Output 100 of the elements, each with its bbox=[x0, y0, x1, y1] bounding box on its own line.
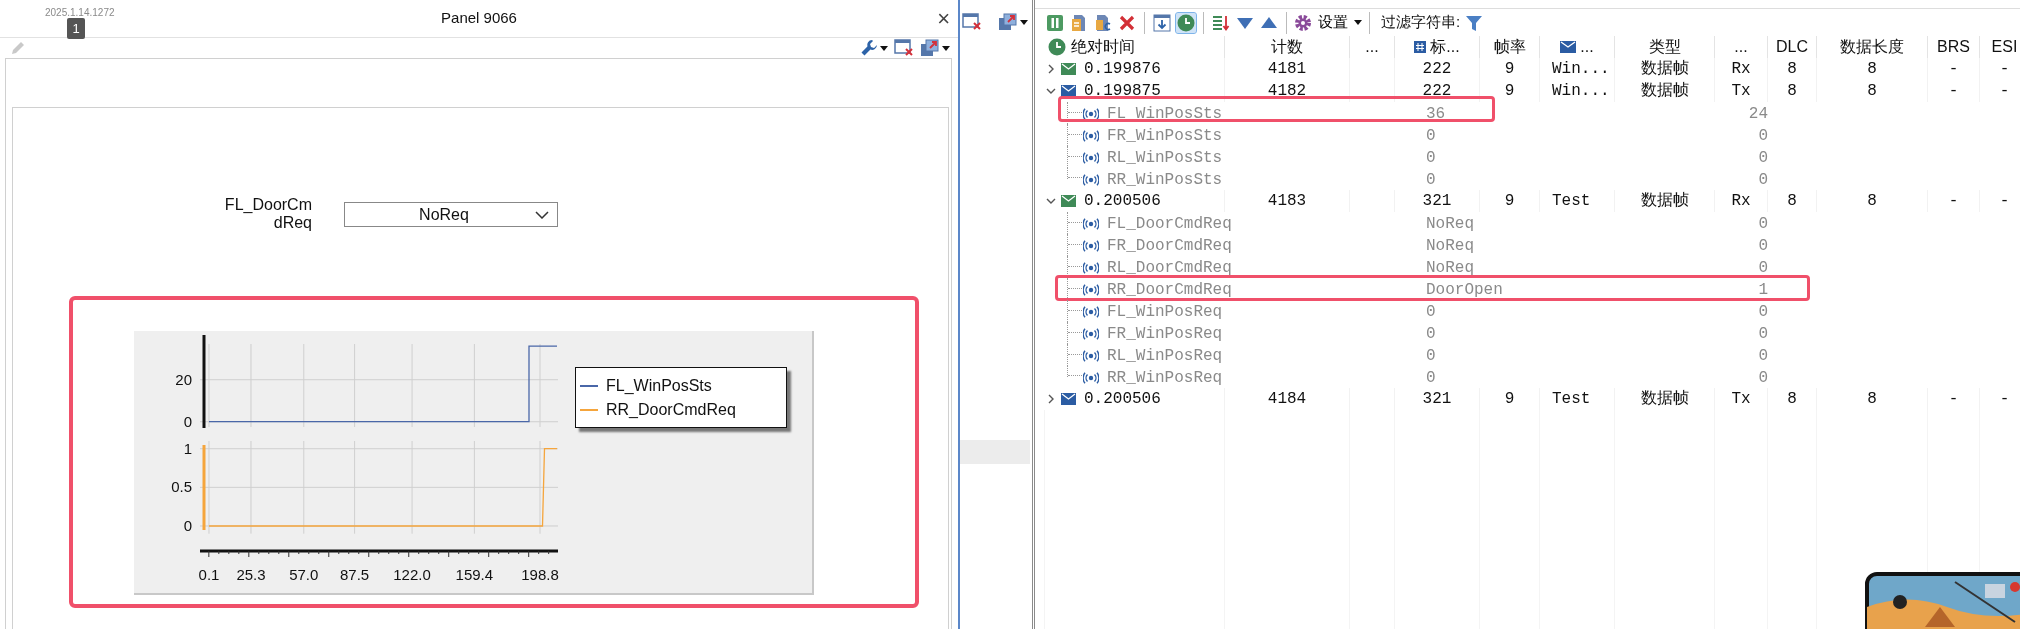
raw-value: 0 bbox=[1758, 258, 1768, 279]
download-button[interactable] bbox=[1152, 12, 1172, 33]
axis-label: 198.8 bbox=[521, 566, 559, 583]
pause-button[interactable] bbox=[1045, 12, 1065, 33]
signal-name: RR_WinPosReq bbox=[1107, 368, 1223, 389]
signal-icon bbox=[1083, 284, 1099, 296]
wrench-icon bbox=[860, 39, 878, 57]
caret-icon bbox=[1354, 20, 1362, 25]
clock-icon bbox=[1176, 12, 1196, 33]
raw-value: 0 bbox=[1758, 126, 1768, 147]
column-header[interactable]: 帧率 bbox=[1480, 36, 1540, 58]
raw-value: 0 bbox=[1758, 368, 1768, 389]
page-icon bbox=[1093, 12, 1113, 33]
column-header[interactable]: 数据长度 bbox=[1817, 36, 1928, 58]
signal-value: NoReq bbox=[1426, 214, 1474, 235]
column-header[interactable]: 类型 bbox=[1615, 36, 1715, 58]
table-cell: 8 bbox=[1768, 388, 1817, 410]
table-cell: 9 bbox=[1480, 80, 1540, 102]
table-cell: - bbox=[1980, 190, 2020, 212]
filter-label: 过滤字符串: bbox=[1381, 12, 1461, 33]
signal-value: 0 bbox=[1426, 170, 1436, 191]
clock-button[interactable] bbox=[1176, 12, 1196, 33]
table-cell: Tx bbox=[1715, 80, 1768, 102]
signal-icon bbox=[1083, 130, 1099, 142]
close-window-button[interactable] bbox=[894, 39, 914, 57]
signal-name: FL_WinPosReq bbox=[1107, 302, 1223, 323]
wrench-button[interactable] bbox=[860, 39, 888, 57]
signal-value: DoorOpen bbox=[1426, 280, 1503, 301]
table-cell-text: 0.200506 bbox=[1084, 389, 1161, 410]
table-cell: 9 bbox=[1480, 58, 1540, 80]
signal-value: 0 bbox=[1426, 126, 1436, 147]
raw-value: 1 bbox=[1758, 280, 1768, 301]
table-cell: 8 bbox=[1817, 80, 1928, 102]
close-window-icon bbox=[894, 39, 914, 57]
table-cell: - bbox=[1928, 58, 1980, 80]
signal-name: RR_WinPosSts bbox=[1107, 170, 1223, 191]
table-cell: 321 bbox=[1395, 190, 1480, 212]
raw-value: 0 bbox=[1758, 170, 1768, 191]
table-cell: 4181 bbox=[1225, 58, 1350, 80]
table-cell: 9 bbox=[1480, 190, 1540, 212]
signal-icon bbox=[1083, 262, 1099, 274]
signal-value: NoReq bbox=[1426, 258, 1474, 279]
axis-label: 0 bbox=[183, 516, 192, 534]
table-cell: 8 bbox=[1817, 190, 1928, 212]
signal-icon bbox=[1083, 350, 1099, 362]
signal-name: FL_WinPosSts bbox=[1107, 104, 1223, 125]
table-cell: 数据帧 bbox=[1615, 80, 1715, 102]
signal-name: RR_DoorCmdReq bbox=[1107, 280, 1232, 301]
column-header[interactable]: 标... bbox=[1395, 36, 1480, 58]
table-cell: Test bbox=[1540, 190, 1615, 212]
export-icon bbox=[920, 39, 940, 57]
selection-bar bbox=[960, 440, 1030, 464]
settings-menu-button[interactable]: 设置 bbox=[1294, 11, 1362, 34]
signal-icon bbox=[1083, 240, 1099, 252]
signal-name: FR_WinPosReq bbox=[1107, 324, 1223, 345]
signal-value: 0 bbox=[1426, 148, 1436, 169]
signal-value: 0 bbox=[1426, 346, 1436, 367]
table-cell: 8 bbox=[1817, 58, 1928, 80]
signal-value: 0 bbox=[1426, 324, 1436, 345]
pause-icon bbox=[1045, 12, 1065, 33]
raw-value: 0 bbox=[1758, 148, 1768, 169]
column-header[interactable]: 绝对时间 bbox=[1045, 36, 1225, 58]
pencil-icon bbox=[10, 40, 26, 56]
column-header[interactable]: ... bbox=[1350, 36, 1395, 58]
export-button[interactable] bbox=[998, 13, 1028, 31]
axis-label: 20 bbox=[175, 370, 192, 388]
close-window-button[interactable] bbox=[962, 13, 982, 31]
axis-label: 122.0 bbox=[393, 566, 431, 583]
axis-label: 0.1 bbox=[198, 566, 220, 583]
table-cell: 4182 bbox=[1225, 80, 1350, 102]
raw-value: 24 bbox=[1748, 104, 1768, 125]
axis-label: 25.3 bbox=[236, 566, 266, 583]
page-button[interactable] bbox=[1093, 12, 1113, 33]
table-cell: 8 bbox=[1768, 80, 1817, 102]
table-cell: 数据帧 bbox=[1615, 190, 1715, 212]
column-header[interactable]: ESI bbox=[1980, 36, 2020, 58]
table-cell: Rx bbox=[1715, 58, 1768, 80]
legend-label: FL_WinPosSts bbox=[606, 376, 712, 396]
gear-icon bbox=[1294, 13, 1312, 32]
signal-name: RL_DoorCmdReq bbox=[1107, 258, 1232, 279]
table-cell: - bbox=[1980, 388, 2020, 410]
table-cell: 4183 bbox=[1225, 190, 1350, 212]
signal-icon bbox=[1083, 152, 1099, 164]
table-cell: 222 bbox=[1395, 80, 1480, 102]
table-cell: - bbox=[1928, 80, 1980, 102]
table-cell: - bbox=[1980, 80, 2020, 102]
column-header[interactable]: 计数 bbox=[1225, 36, 1350, 58]
export-button[interactable] bbox=[920, 39, 950, 57]
dropdown[interactable]: NoReq bbox=[344, 202, 558, 227]
export-icon bbox=[998, 13, 1018, 31]
column-header[interactable]: DLC bbox=[1768, 36, 1817, 58]
column-header[interactable]: BRS bbox=[1928, 36, 1980, 58]
column-header[interactable]: ... bbox=[1715, 36, 1768, 58]
close-button[interactable]: × bbox=[929, 7, 958, 30]
window-title: Panel 9066 bbox=[441, 8, 517, 29]
hash-icon bbox=[1414, 40, 1427, 54]
chevron-down-icon bbox=[535, 210, 549, 219]
column-header[interactable]: ... bbox=[1540, 36, 1615, 58]
signal-icon bbox=[1083, 108, 1099, 120]
raw-value: 0 bbox=[1758, 346, 1768, 367]
